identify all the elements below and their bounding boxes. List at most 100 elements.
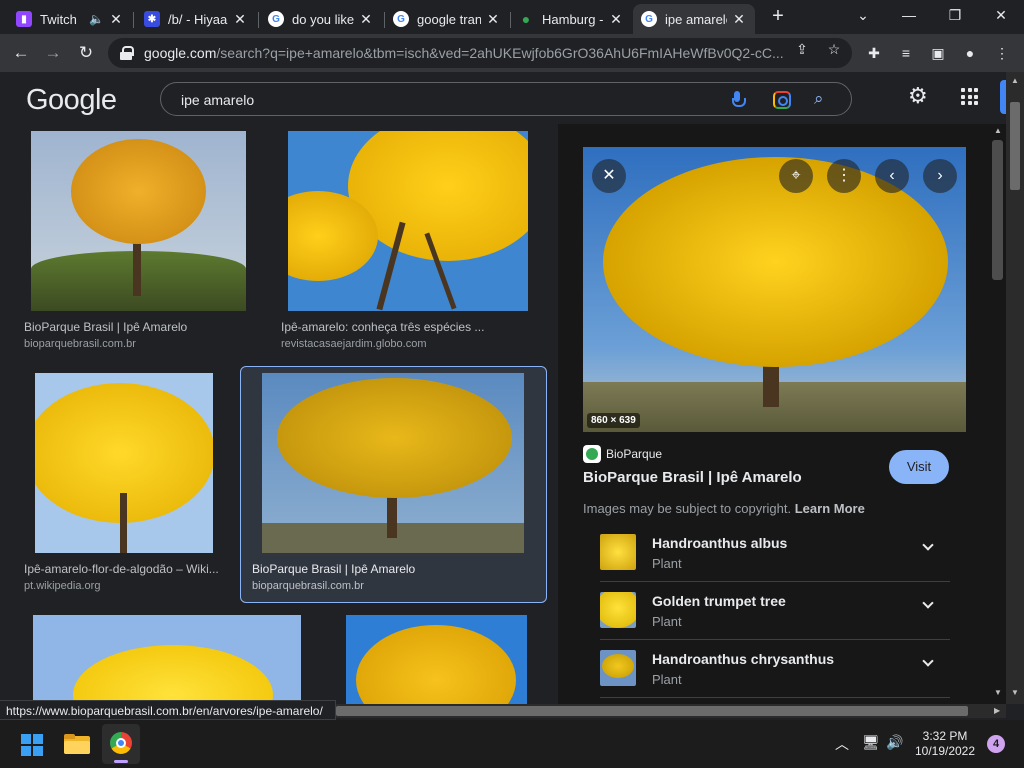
result-image[interactable] xyxy=(35,373,213,553)
url-text[interactable]: google.com/search?q=ipe+amarelo&tbm=isch… xyxy=(144,45,784,61)
search-input[interactable] xyxy=(181,89,701,111)
volume-icon[interactable]: 🔊 xyxy=(886,734,903,751)
tab-ipe-amarelo[interactable]: G ipe amarelo ✕ xyxy=(633,4,755,34)
chevron-down-icon[interactable] xyxy=(922,539,934,553)
result-source: bioparquebrasil.com.br xyxy=(252,580,364,592)
close-tab-icon[interactable]: ✕ xyxy=(108,11,124,28)
close-tab-icon[interactable]: ✕ xyxy=(608,11,624,28)
result-source: pt.wikipedia.org xyxy=(24,580,101,592)
tab-title: Twitch xyxy=(40,11,77,27)
chevron-down-icon[interactable] xyxy=(922,655,934,669)
result-title[interactable]: BioParque Brasil | Ipê Amarelo xyxy=(24,320,244,334)
bookmark-star-icon[interactable]: ☆ xyxy=(825,41,843,59)
microphone-icon[interactable] xyxy=(731,91,746,109)
scroll-up-icon[interactable]: ▲ xyxy=(1011,76,1019,85)
learn-more-link[interactable]: Learn More xyxy=(795,501,865,516)
chrome-taskbar-button[interactable] xyxy=(102,724,140,764)
settings-gear-icon[interactable]: ⚙ xyxy=(908,85,928,107)
preview-title[interactable]: BioParque Brasil | Ipê Amarelo xyxy=(583,469,802,486)
media-control-icon[interactable]: ≡ xyxy=(896,44,916,64)
extensions-icon[interactable]: ✚ xyxy=(864,44,884,64)
panel-scroll-thumb[interactable] xyxy=(992,140,1003,280)
related-thumbnail xyxy=(600,650,636,686)
tab-strip: ▮ Twitch 🔈 ✕ ✱ /b/ - Hiyaa ✕ G do you li… xyxy=(0,0,1024,34)
close-tab-icon[interactable]: ✕ xyxy=(232,11,248,28)
google-lens-icon[interactable] xyxy=(773,91,791,109)
page-scroll-thumb[interactable] xyxy=(1010,102,1020,190)
close-tab-icon[interactable]: ✕ xyxy=(358,11,374,28)
related-entity-item[interactable]: Handroanthus chrysanthus Plant xyxy=(600,640,950,698)
scroll-down-icon[interactable]: ▼ xyxy=(994,688,1002,697)
system-clock[interactable]: 3:32 PM 10/19/2022 xyxy=(912,729,978,759)
result-card[interactable]: BioParque Brasil | Ipê Amarelo bioparque… xyxy=(252,373,542,598)
visit-button[interactable]: Visit xyxy=(889,450,949,484)
page-scrollbar[interactable]: ▲ ▼ xyxy=(1006,72,1024,704)
result-image[interactable] xyxy=(346,615,527,704)
windows-taskbar: ︿ 🖥 🔊 3:32 PM 10/19/2022 4 xyxy=(0,720,1024,768)
result-title[interactable]: Ipê-amarelo-flor-de-algodão – Wiki... xyxy=(24,562,224,576)
result-card[interactable]: Ipê-amarelo-flor-de-algodão – Wiki... pt… xyxy=(24,373,234,598)
more-options-button[interactable]: ⋮ xyxy=(827,159,861,193)
result-card[interactable]: Ipê-amarelo: conheça três espécies ... r… xyxy=(281,131,531,356)
scroll-right-icon[interactable]: ▶ xyxy=(994,706,1000,715)
next-image-button[interactable]: › xyxy=(923,159,957,193)
tab-do-you-like[interactable]: G do you like ✕ xyxy=(260,4,382,34)
reload-button[interactable]: ↻ xyxy=(73,40,99,66)
close-tab-icon[interactable]: ✕ xyxy=(485,11,501,28)
close-window-button[interactable]: ✕ xyxy=(986,4,1016,28)
search-box[interactable]: ⌕ xyxy=(160,82,852,116)
search-icon[interactable]: ⌕ xyxy=(814,89,824,109)
notification-badge[interactable]: 4 xyxy=(987,735,1005,753)
related-entity-item[interactable]: Handroanthus albus Plant xyxy=(600,524,950,582)
result-title[interactable]: BioParque Brasil | Ipê Amarelo xyxy=(252,562,532,576)
maps-pin-icon: ● xyxy=(521,11,531,27)
menu-icon[interactable]: ⋮ xyxy=(992,44,1012,64)
copyright-notice: Images may be subject to copyright. Lear… xyxy=(583,501,865,516)
preview-image[interactable]: ✕ ⌖ ⋮ ‹ › 860 × 639 xyxy=(583,147,966,432)
minimize-button[interactable]: — xyxy=(894,4,924,28)
result-image[interactable] xyxy=(31,131,246,311)
lens-search-button[interactable]: ⌖ xyxy=(779,159,813,193)
clock-date: 10/19/2022 xyxy=(914,744,976,758)
show-hidden-icons-chevron-icon[interactable]: ︿ xyxy=(835,734,849,754)
google-apps-icon[interactable] xyxy=(961,88,978,105)
forward-button[interactable]: → xyxy=(40,40,66,66)
back-button[interactable]: ← xyxy=(8,40,34,66)
file-explorer-icon[interactable] xyxy=(64,734,90,754)
result-card[interactable] xyxy=(24,615,304,704)
result-card[interactable] xyxy=(346,615,531,704)
result-image[interactable] xyxy=(288,131,528,311)
side-panel-icon[interactable]: ▣ xyxy=(928,44,948,64)
profile-icon[interactable]: ● xyxy=(960,44,980,64)
share-icon[interactable]: ⇪ xyxy=(793,41,811,59)
related-entity-item[interactable]: Golden trumpet tree Plant xyxy=(600,582,950,640)
lock-icon[interactable] xyxy=(120,46,134,60)
result-title[interactable]: Ipê-amarelo: conheça três espécies ... xyxy=(281,320,521,334)
google-logo[interactable]: Google xyxy=(26,84,117,117)
new-tab-button[interactable]: + xyxy=(767,6,789,28)
close-preview-button[interactable]: ✕ xyxy=(592,159,626,193)
copyright-text: Images may be subject to copyright. xyxy=(583,501,792,516)
address-bar[interactable]: google.com/search?q=ipe+amarelo&tbm=isch… xyxy=(108,38,852,68)
restore-button[interactable]: ❐ xyxy=(940,4,970,28)
tab-b[interactable]: ✱ /b/ - Hiyaa ✕ xyxy=(136,4,256,34)
network-icon[interactable]: 🖥 xyxy=(862,734,880,751)
scroll-up-icon[interactable]: ▲ xyxy=(994,126,1002,135)
panel-scrollbar[interactable]: ▲ ▼ xyxy=(990,124,1006,704)
tab-twitch[interactable]: ▮ Twitch 🔈 ✕ xyxy=(8,4,132,34)
chevron-down-icon[interactable] xyxy=(922,597,934,611)
scroll-down-icon[interactable]: ▼ xyxy=(1011,688,1019,697)
result-card[interactable]: BioParque Brasil | Ipê Amarelo bioparque… xyxy=(24,131,246,356)
tab-hamburg[interactable]: ● Hamburg - ✕ xyxy=(510,4,632,34)
previous-image-button[interactable]: ‹ xyxy=(875,159,909,193)
result-image[interactable] xyxy=(262,373,524,553)
horizontal-scrollbar[interactable]: ▶ xyxy=(336,704,1006,718)
tab-google-translate[interactable]: G google tran ✕ xyxy=(385,4,509,34)
preview-source[interactable]: BioParque xyxy=(583,445,662,463)
result-image[interactable] xyxy=(33,615,301,704)
horizontal-scroll-thumb[interactable] xyxy=(336,706,968,716)
speaker-icon[interactable]: 🔈 xyxy=(89,12,104,26)
windows-start-icon[interactable] xyxy=(21,734,43,756)
close-tab-icon[interactable]: ✕ xyxy=(731,11,747,28)
tab-search-icon[interactable]: ⌄ xyxy=(848,4,878,28)
